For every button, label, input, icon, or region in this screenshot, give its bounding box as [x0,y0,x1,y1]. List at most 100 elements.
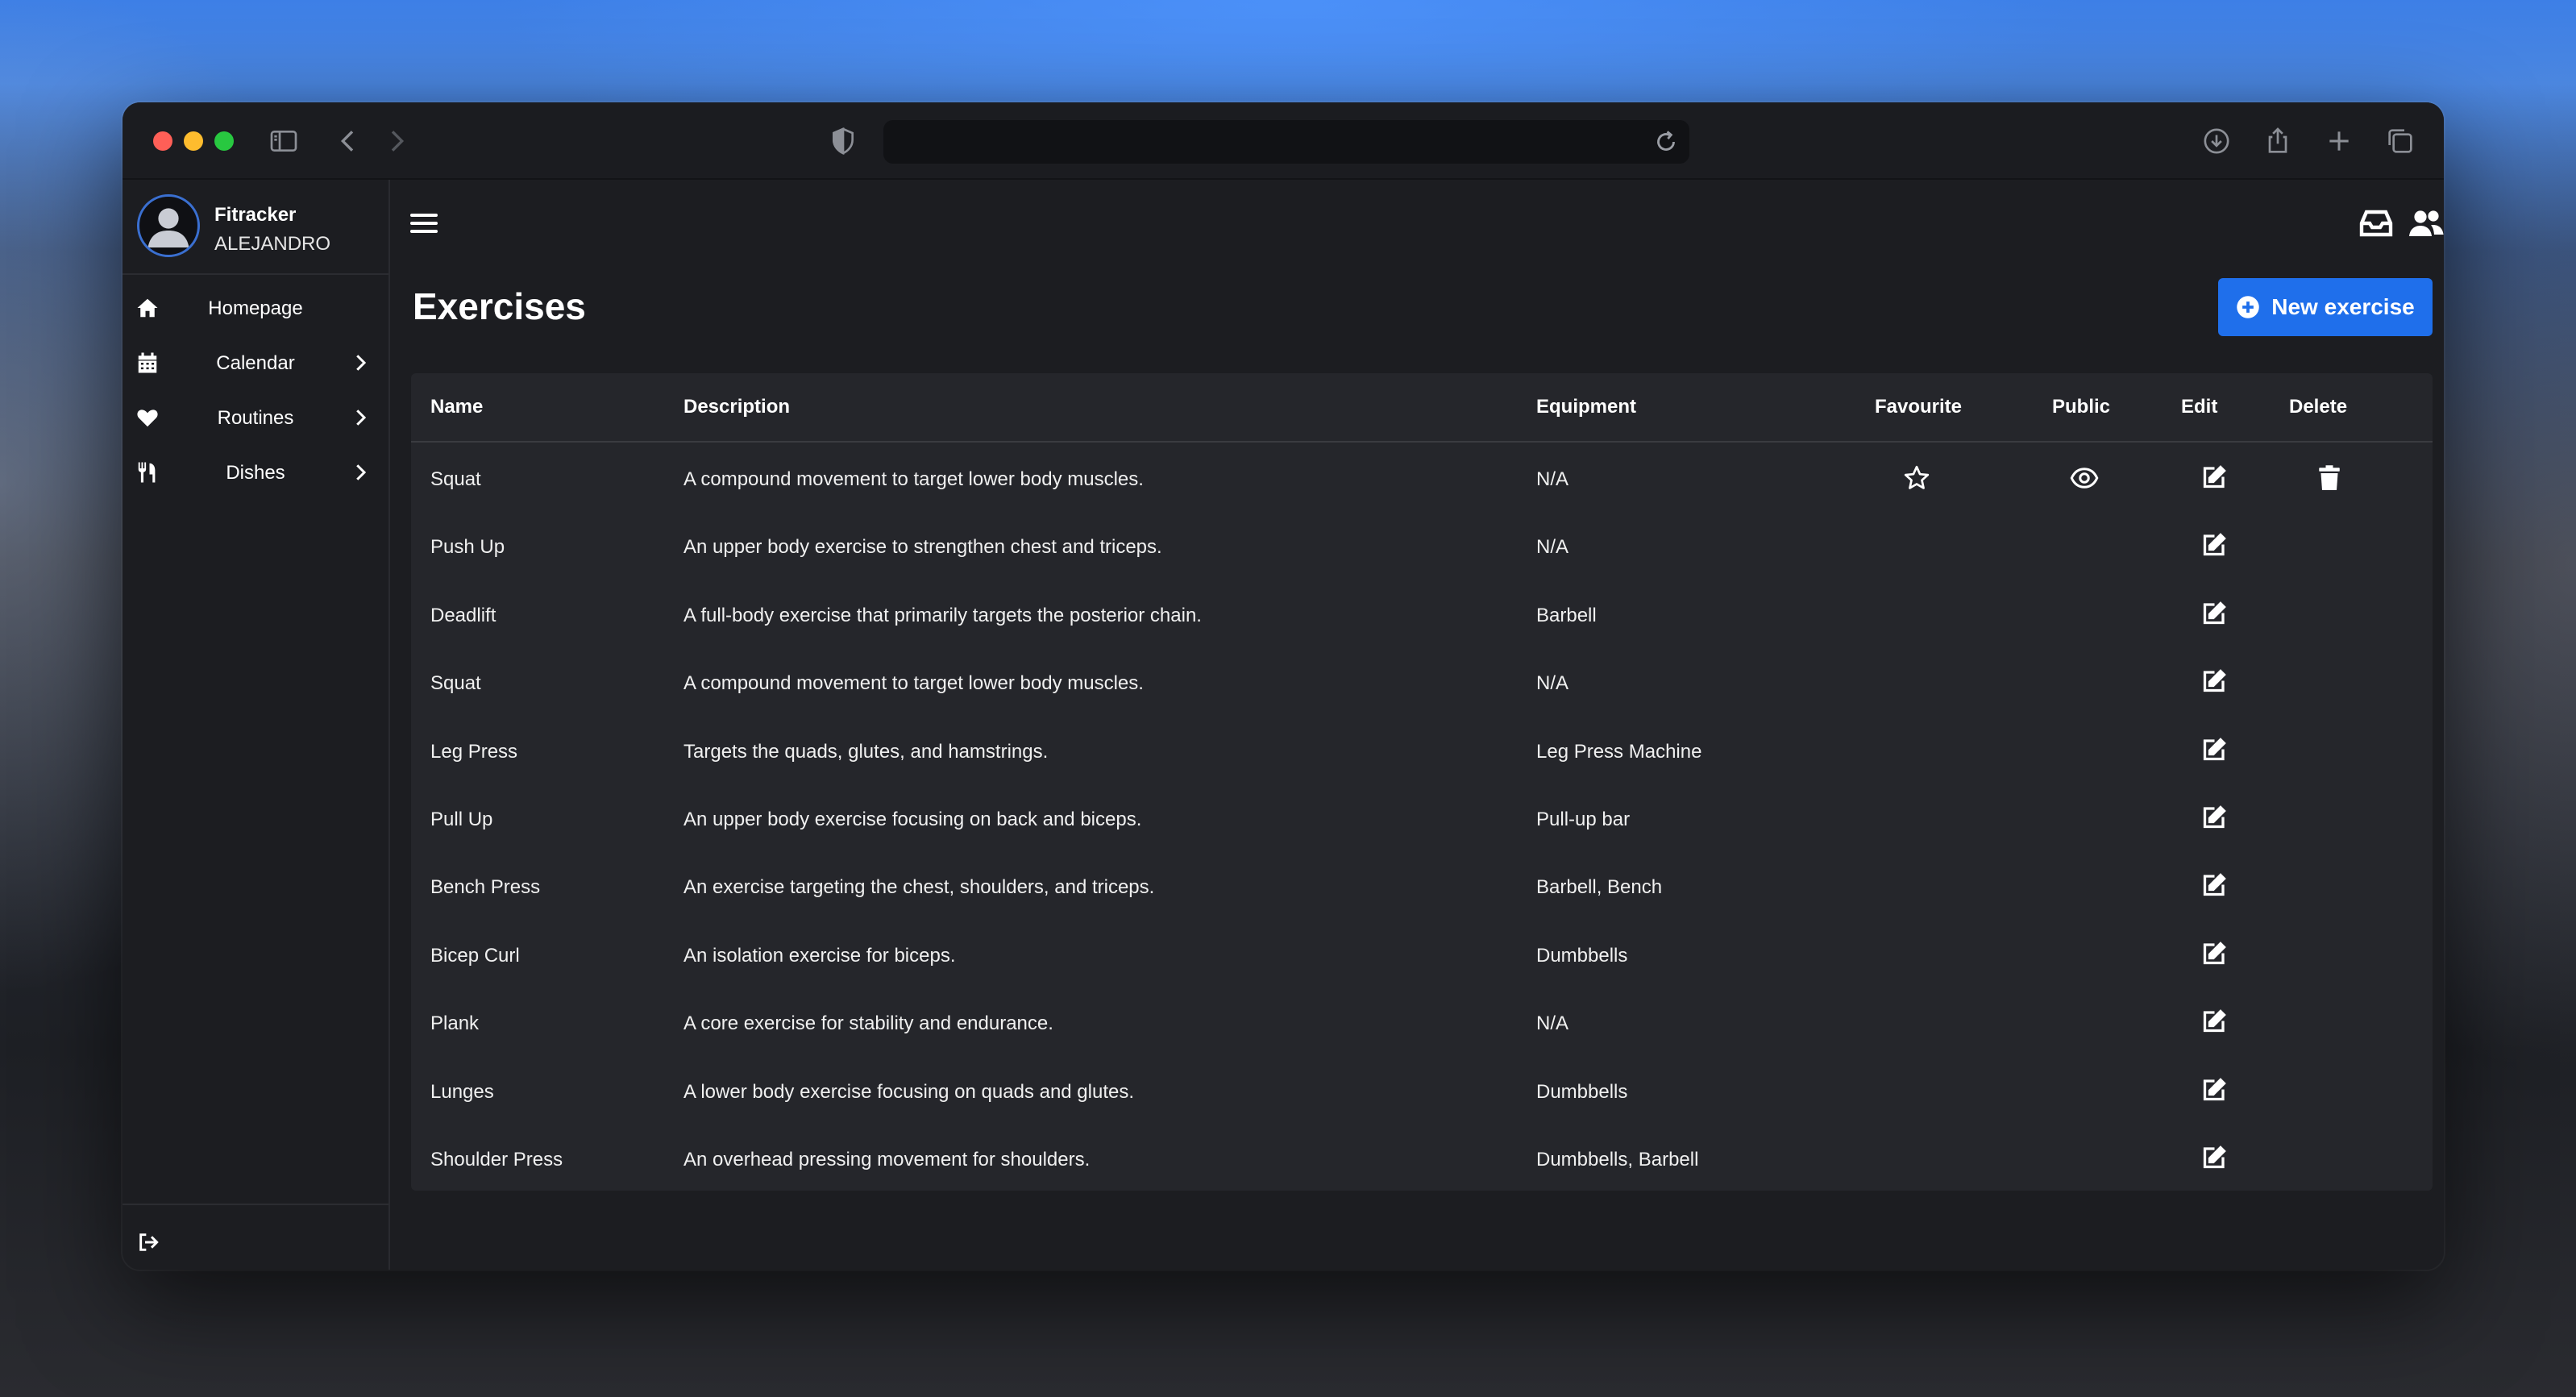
exercise-description: An overhead pressing movement for should… [683,1149,1091,1170]
table-row[interactable]: Shoulder Press An overhead pressing movem… [411,1125,2433,1192]
table-header: Name Description Equipment Favourite Pub… [411,373,2433,443]
edit-icon[interactable] [2199,871,2228,900]
exercise-description: An upper body exercise to strengthen che… [683,536,1162,559]
minimize-window-button[interactable] [184,131,203,151]
main-content: Exercises New exercise Name Description … [392,180,2444,1270]
new-exercise-label: New exercise [2271,294,2415,319]
table-row[interactable]: Leg Press Targets the quads, glutes, and … [411,717,2433,784]
exercise-name: Pull Up [430,809,493,830]
sidebar: Fitracker ALEJANDRO Homepage Calendar Ro… [123,180,390,1270]
chevron-right-icon [348,460,372,484]
sidebar-item-dishes[interactable]: Dishes [123,447,388,497]
sidebar-item-label: Homepage [208,297,303,319]
exercise-name: Leg Press [430,740,518,763]
table-row[interactable]: Deadlift A full-body exercise that primar… [411,580,2433,648]
column-header-favourite: Favourite [1875,396,1963,418]
delete-trash-icon[interactable] [2315,464,2344,493]
reload-icon[interactable] [1651,127,1681,157]
sidebar-item-routines[interactable]: Routines [123,393,388,443]
new-exercise-button[interactable]: New exercise [2218,278,2433,336]
browser-window: Fitracker ALEJANDRO Homepage Calendar Ro… [123,102,2444,1270]
edit-icon[interactable] [2199,940,2228,969]
inbox-icon[interactable] [2357,204,2395,243]
forward-icon[interactable] [380,125,413,157]
table-row[interactable]: Bench Press An exercise targeting the che… [411,852,2433,920]
exercise-equipment: Dumbbells, Barbell [1536,1149,1699,1170]
exercise-equipment: N/A [1536,672,1569,695]
user-profile[interactable]: Fitracker ALEJANDRO [137,191,379,264]
edit-icon[interactable] [2199,531,2228,560]
share-icon[interactable] [2262,125,2294,157]
edit-icon[interactable] [2199,1076,2228,1105]
favourite-star-icon[interactable] [1902,464,1931,493]
column-header-edit: Edit [2181,396,2218,418]
table-row[interactable]: Pull Up An upper body exercise focusing o… [411,784,2433,852]
exercise-description: An exercise targeting the chest, shoulde… [683,876,1155,899]
users-icon[interactable] [2407,204,2444,243]
exercise-equipment: N/A [1536,536,1569,559]
table-row[interactable]: Squat A compound movement to target lower… [411,444,2433,512]
edit-icon[interactable] [2199,736,2228,765]
plus-circle-icon [2236,295,2260,319]
exercise-description: A full-body exercise that primarily targ… [683,604,1202,626]
table-row[interactable]: Push Up An upper body exercise to strengt… [411,512,2433,580]
edit-icon[interactable] [2199,667,2228,696]
shield-icon[interactable] [827,125,859,157]
exercise-name: Plank [430,1012,480,1035]
edit-icon[interactable] [2199,1008,2228,1037]
menu-icon[interactable] [408,207,440,239]
column-header-name[interactable]: Name [430,396,483,418]
avatar [137,194,200,257]
table-row[interactable]: Plank A core exercise for stability and e… [411,988,2433,1056]
sidebar-item-calendar[interactable]: Calendar [123,338,388,388]
exercise-description: An upper body exercise focusing on back … [683,809,1142,830]
url-input[interactable] [883,120,1689,164]
edit-icon[interactable] [2199,1144,2228,1173]
exercise-equipment: N/A [1536,1012,1569,1035]
close-window-button[interactable] [153,131,172,151]
table-row[interactable]: Bicep Curl An isolation exercise for bice… [411,921,2433,988]
exercises-table: Name Description Equipment Favourite Pub… [411,373,2433,1191]
exercise-name: Squat [430,468,481,490]
table-row[interactable]: Lunges A lower body exercise focusing on … [411,1057,2433,1125]
exercise-equipment: Pull-up bar [1536,809,1631,830]
exercise-description: A compound movement to target lower body… [683,468,1144,490]
download-icon[interactable] [2200,125,2233,157]
sidebar-divider [123,273,388,275]
sidebar-divider [123,1204,388,1205]
user-name: ALEJANDRO [214,233,331,255]
edit-icon[interactable] [2199,804,2228,833]
exercise-name: Bicep Curl [430,944,520,967]
exercise-name: Push Up [430,536,505,559]
exercise-equipment: Dumbbells [1536,944,1628,967]
app-name: Fitracker [214,204,297,226]
exercise-description: A lower body exercise focusing on quads … [683,1080,1135,1103]
exercise-name: Deadlift [430,604,497,626]
exercise-equipment: Leg Press Machine [1536,740,1702,763]
public-eye-icon[interactable] [2070,464,2099,493]
exercise-description: An isolation exercise for biceps. [683,944,956,967]
edit-icon[interactable] [2199,600,2228,629]
column-header-equipment[interactable]: Equipment [1536,396,1636,418]
chevron-right-icon [348,351,372,375]
address-bar[interactable] [883,120,1689,164]
chevron-right-icon [348,405,372,430]
logout-icon[interactable] [135,1229,161,1255]
maximize-window-button[interactable] [214,131,234,151]
table-row[interactable]: Squat A compound movement to target lower… [411,648,2433,716]
exercise-equipment: N/A [1536,468,1569,490]
exercise-name: Lunges [430,1080,494,1103]
page-title: Exercises [413,285,586,327]
new-tab-icon[interactable] [2323,125,2355,157]
exercise-description: A compound movement to target lower body… [683,672,1144,695]
exercise-description: Targets the quads, glutes, and hamstring… [683,740,1049,763]
exercise-equipment: Barbell [1536,604,1597,626]
tab-overview-icon[interactable] [2384,125,2416,157]
back-icon[interactable] [332,125,364,157]
sidebar-item-homepage[interactable]: Homepage [123,283,388,333]
exercise-name: Squat [430,672,481,695]
exercise-equipment: Barbell, Bench [1536,876,1663,899]
edit-icon[interactable] [2199,464,2228,493]
sidebar-toggle-icon[interactable] [268,125,300,157]
column-header-description[interactable]: Description [683,396,790,418]
